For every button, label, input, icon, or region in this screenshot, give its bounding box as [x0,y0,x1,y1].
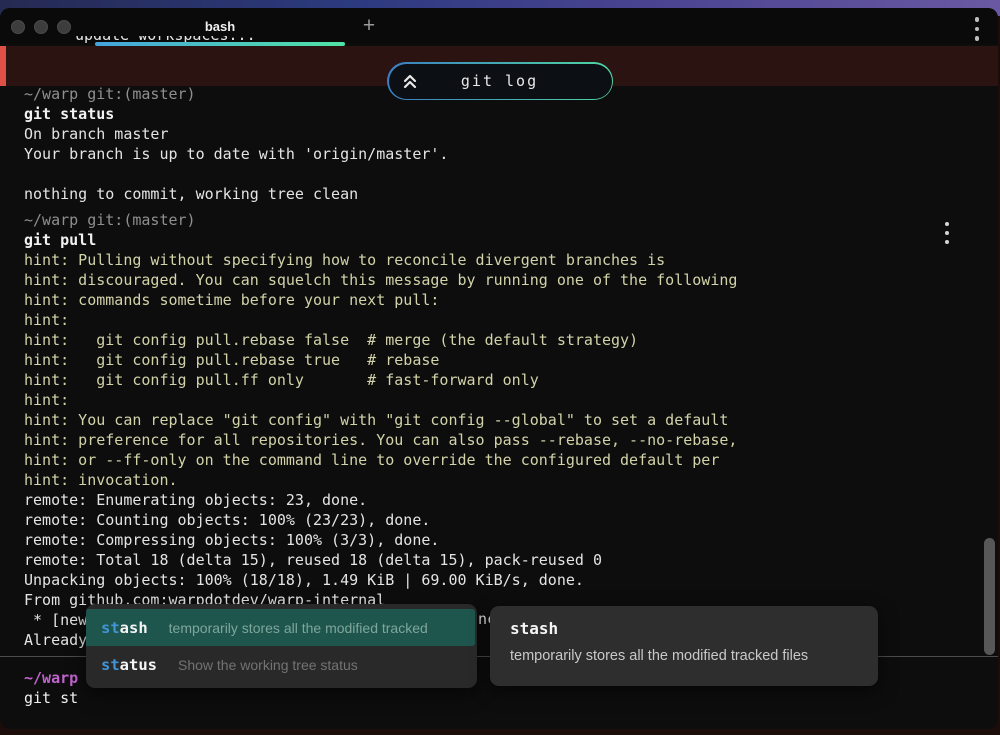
suggestion-detail-description: temporarily stores all the modified trac… [510,648,858,664]
suggestion-label: stash [101,619,148,637]
terminal-line: git status [24,104,448,124]
terminal-line: hint: git config pull.rebase true # reba… [24,350,737,370]
terminal-line: hint: or --ff-only on the command line t… [24,450,737,470]
close-window-button[interactable] [11,20,25,34]
suggestion-description: temporarily stores all the modified trac… [169,620,428,636]
terminal-line: hint: git config pull.ff only # fast-for… [24,370,737,390]
terminal-line: hint: [24,310,737,330]
terminal-line: hint: You can replace "git config" with … [24,410,737,430]
error-block-edge [0,46,6,86]
terminal-line: On branch master [24,124,448,144]
current-prompt: ~/warp [24,668,78,688]
terminal-line: remote: Counting objects: 100% (23/23), … [24,510,737,530]
terminal-line: nothing to commit, working tree clean [24,184,448,204]
window-controls [11,20,71,34]
jump-to-command-button[interactable]: git log [387,62,613,100]
terminal-line: remote: Enumerating objects: 23, done. [24,490,737,510]
autocomplete-popup: stash temporarily stores all the modifie… [86,604,477,688]
jump-button-label: git log [418,72,582,90]
command-input[interactable]: git st [24,688,78,708]
scrollbar-thumb[interactable] [984,538,995,655]
autocomplete-item-status[interactable]: status Show the working tree status [86,646,477,683]
zoom-window-button[interactable] [57,20,71,34]
suggestion-label: status [101,656,157,674]
active-tab-underline [95,42,345,46]
terminal-line [24,164,448,184]
terminal-line: git pull [24,230,737,250]
terminal-line: hint: Pulling without specifying how to … [24,250,737,270]
terminal-line: remote: Total 18 (delta 15), reused 18 (… [24,550,737,570]
terminal-line: remote: Compressing objects: 100% (3/3),… [24,530,737,550]
terminal-line: hint: git config pull.rebase false # mer… [24,330,737,350]
terminal-line: Your branch is up to date with 'origin/m… [24,144,448,164]
tab-title: bash [205,19,235,34]
terminal-line: ~/warp git:(master) [24,84,448,104]
block-menu-kebab-icon[interactable] [941,222,953,244]
terminal-line: hint: preference for all repositories. Y… [24,430,737,450]
terminal-block-git-pull: ~/warp git:(master)git pullhint: Pulling… [24,210,737,650]
terminal-window: bash + update workspaces... git log ~/wa… [0,8,998,729]
terminal-line: hint: discouraged. You can squelch this … [24,270,737,290]
current-input-block[interactable]: ~/warp git st [24,668,78,708]
terminal-line: hint: [24,390,737,410]
terminal-line: ~/warp git:(master) [24,210,737,230]
terminal-line: hint: commands sometime before your next… [24,290,737,310]
autocomplete-item-stash[interactable]: stash temporarily stores all the modifie… [86,609,475,646]
terminal-line: hint: invocation. [24,470,737,490]
suggestion-detail-title: stash [510,619,858,638]
terminal-line: Unpacking objects: 100% (18/18), 1.49 Ki… [24,570,737,590]
minimize-window-button[interactable] [34,20,48,34]
suggestion-detail-card: stash temporarily stores all the modifie… [490,606,878,686]
terminal-block-git-status: ~/warp git:(master)git statusOn branch m… [24,84,448,204]
window-menu-kebab-icon[interactable] [970,17,984,41]
chevron-double-up-icon [402,72,418,90]
suggestion-description: Show the working tree status [178,657,358,673]
